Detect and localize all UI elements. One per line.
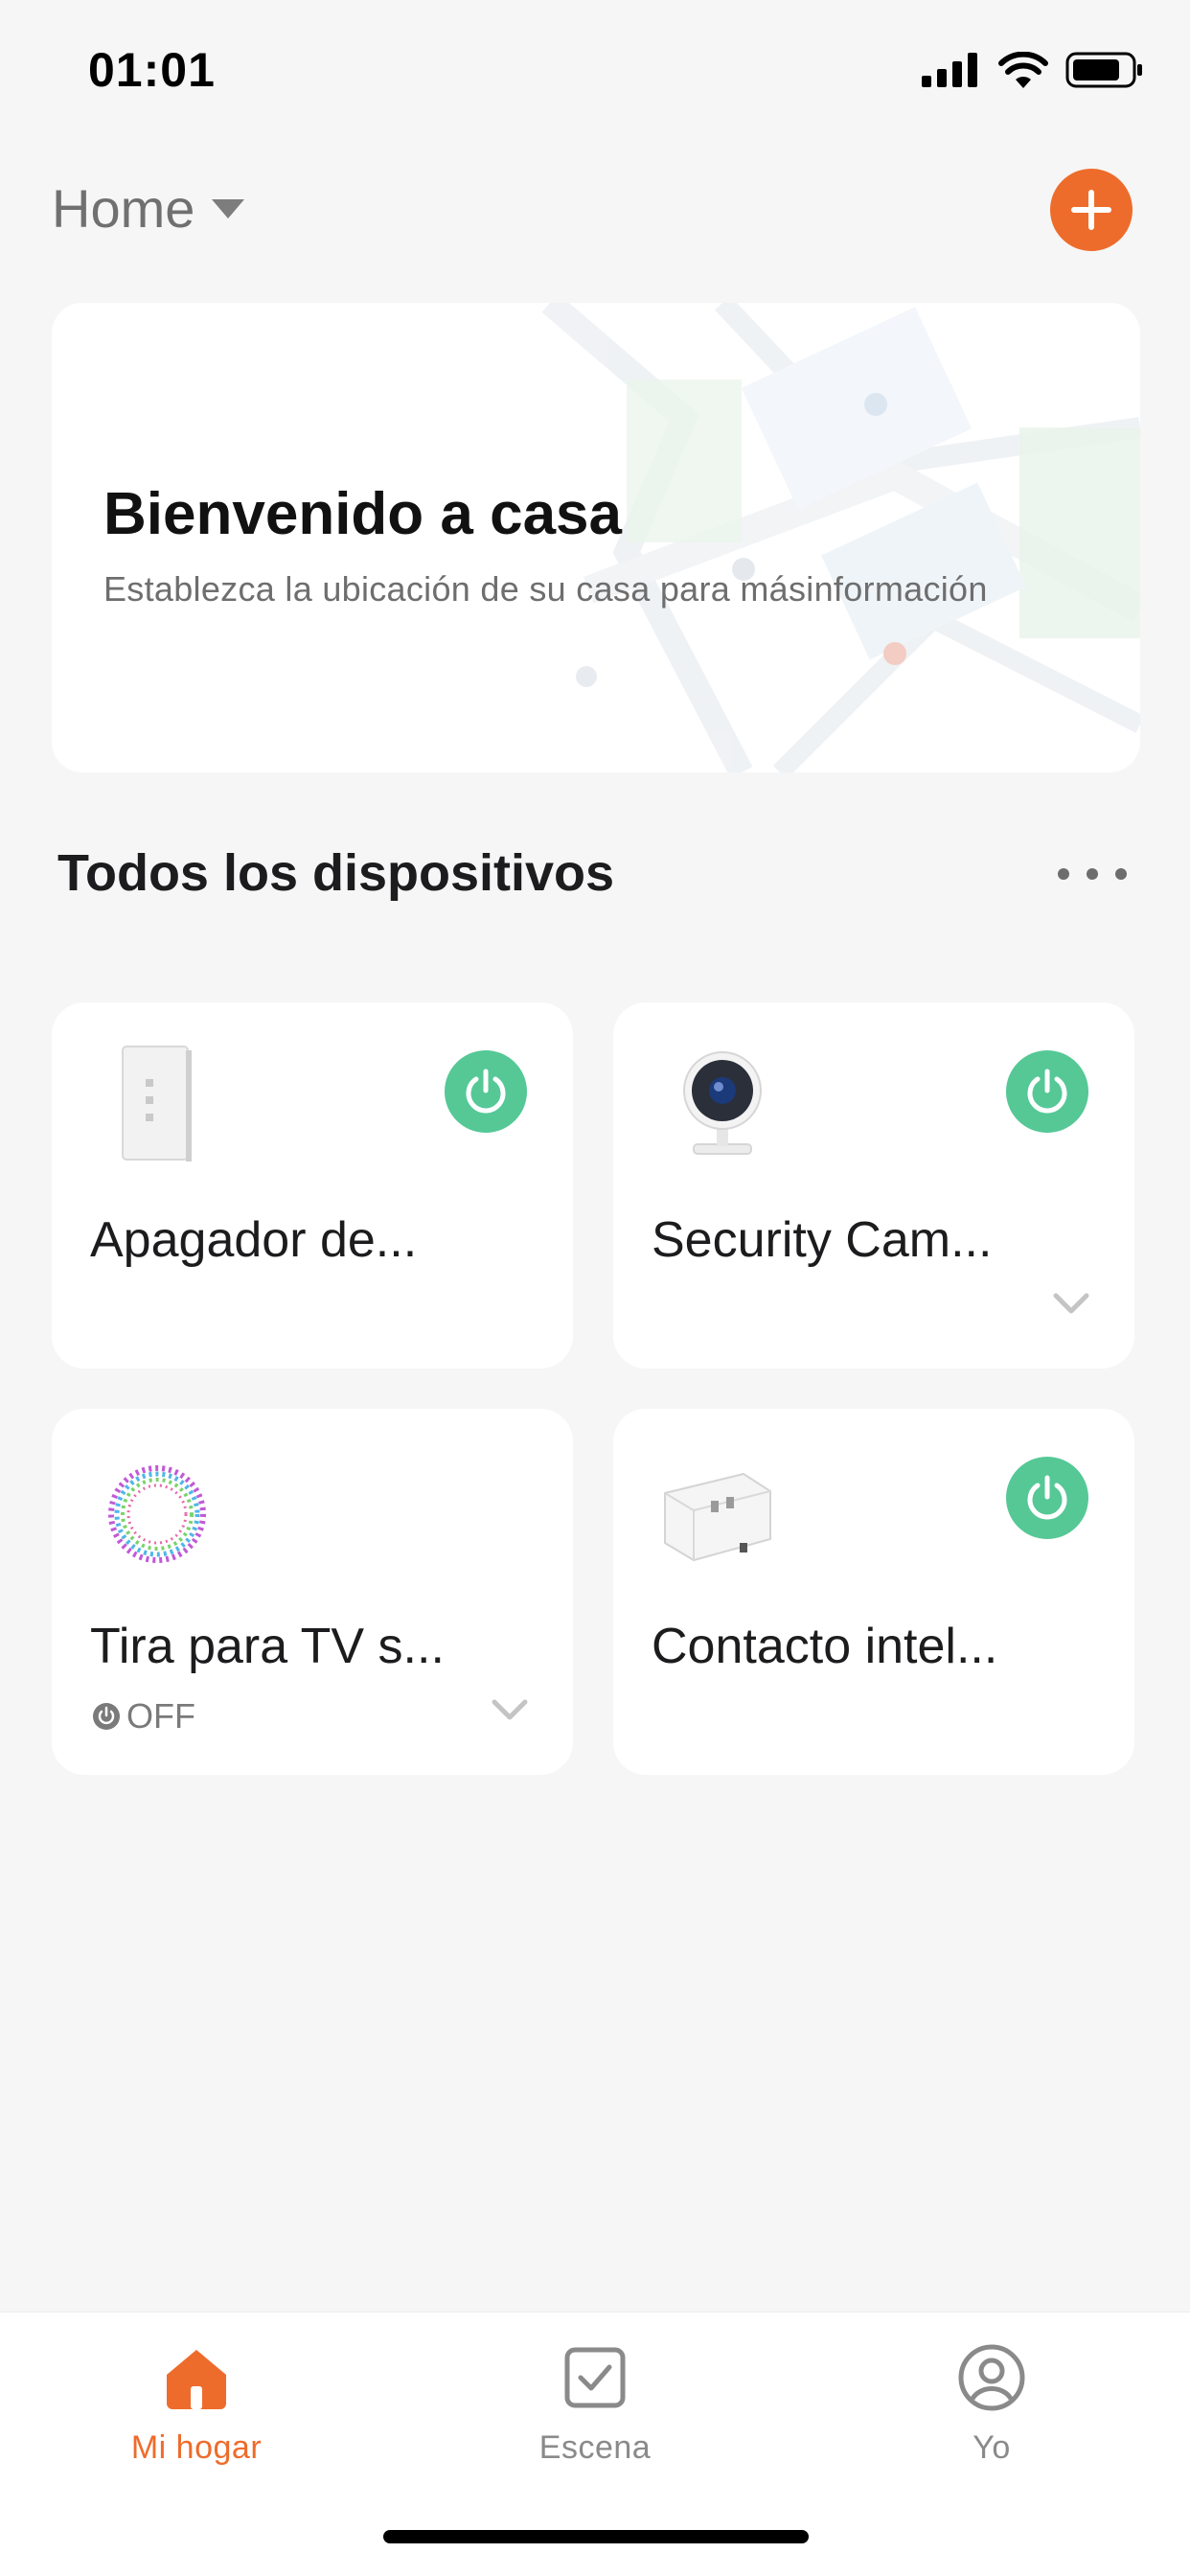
tab-mi-hogar[interactable]: Mi hogar: [72, 2341, 321, 2485]
tab-icon-wrapper: [955, 2341, 1028, 2414]
tab-yo[interactable]: Yo: [867, 2341, 1116, 2485]
add-device-button[interactable]: [1050, 169, 1133, 251]
tab-icon-wrapper: [160, 2341, 233, 2414]
scene-checkbox-icon: [564, 2347, 626, 2408]
home-icon: [167, 2350, 226, 2409]
home-indicator: [383, 2530, 809, 2543]
caret-down-icon: [212, 198, 245, 218]
power-off-icon: [93, 1703, 120, 1730]
power-icon: [1027, 1069, 1067, 1114]
home-selector[interactable]: Home: [52, 177, 245, 240]
device-status: OFF: [92, 1696, 195, 1736]
chevron-down-icon[interactable]: [1052, 1290, 1090, 1317]
wall-switch-icon: [122, 1046, 192, 1162]
profile-icon: [958, 2344, 1025, 2411]
status-time: 01:01: [88, 43, 216, 97]
device-name: Tira para TV s...: [90, 1619, 445, 1674]
devices-section-title: Todos los dispositivos: [57, 844, 615, 902]
home-label: Home: [52, 178, 195, 239]
device-name: Contacto intel...: [652, 1619, 998, 1674]
status-bar: 01:01: [0, 0, 1190, 144]
plus-icon: [1071, 190, 1111, 230]
more-options-button[interactable]: [1058, 855, 1127, 893]
tab-escena[interactable]: Escena: [470, 2341, 720, 2485]
power-button[interactable]: [445, 1050, 527, 1133]
device-card[interactable]: Security Cam...: [613, 1002, 1134, 1368]
device-name: Apagador de...: [90, 1212, 418, 1268]
battery-icon: [1065, 52, 1142, 88]
power-button[interactable]: [1006, 1457, 1088, 1539]
tab-icon-wrapper: [559, 2341, 631, 2414]
more-dot: [1087, 868, 1098, 880]
more-dot: [1115, 868, 1127, 880]
power-button[interactable]: [1006, 1050, 1088, 1133]
smart-plug-icon: [664, 1472, 771, 1562]
wifi-icon: [998, 52, 1048, 88]
welcome-card[interactable]: Bienvenido a casa Establezca la ubicació…: [52, 303, 1140, 772]
security-camera-icon: [683, 1051, 762, 1155]
tab-label: Escena: [538, 2429, 652, 2466]
device-card[interactable]: Tira para TV s... OFF: [52, 1409, 573, 1775]
status-icons: [922, 52, 1144, 88]
tab-label: Mi hogar: [130, 2429, 263, 2466]
cellular-signal-icon: [922, 53, 977, 87]
welcome-subtitle: Establezca la ubicación de su casa para …: [103, 569, 988, 609]
device-card[interactable]: Contacto intel...: [613, 1409, 1134, 1775]
more-dots-icon: [1058, 868, 1069, 880]
power-icon: [466, 1069, 506, 1114]
device-status-text: OFF: [126, 1696, 195, 1736]
device-name: Security Cam...: [652, 1212, 993, 1268]
welcome-title: Bienvenido a casa: [103, 481, 623, 547]
device-card[interactable]: Apagador de...: [52, 1002, 573, 1368]
power-icon: [1027, 1475, 1067, 1520]
chevron-down-icon[interactable]: [491, 1696, 529, 1723]
led-strip-icon: [108, 1465, 206, 1563]
tab-label: Yo: [973, 2429, 1011, 2466]
